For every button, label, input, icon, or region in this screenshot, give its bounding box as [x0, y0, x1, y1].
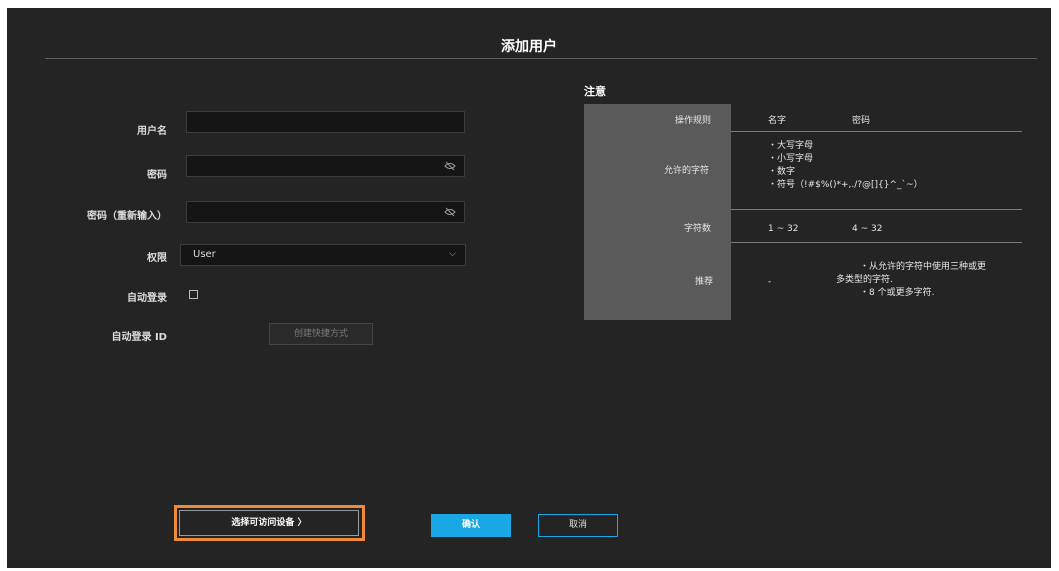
username-input[interactable]	[186, 111, 465, 133]
allowed-item: ・大写字母	[768, 141, 814, 151]
create-shortcut-button[interactable]: 创建快捷方式	[269, 323, 373, 345]
title-divider	[45, 58, 1037, 59]
permission-label: 权限	[147, 253, 167, 264]
recommend-name: -	[768, 277, 772, 287]
add-user-dialog: 添加用户 用户名 密码 密码（重新输入） 权限 User ⌵ 自动登录 自动登录…	[7, 8, 1051, 568]
allowed-item: ・小写字母	[768, 154, 814, 164]
password-confirm-label: 密码（重新输入）	[87, 211, 167, 222]
permission-select[interactable]: User ⌵	[180, 244, 466, 266]
allowed-item: ・数字	[768, 167, 796, 177]
char-count-name: 1 ~ 32	[768, 224, 799, 234]
password-input[interactable]	[186, 155, 465, 177]
dialog-title: 添加用户	[501, 39, 557, 55]
permission-value: User	[193, 249, 216, 260]
username-label: 用户名	[137, 126, 167, 137]
cancel-button[interactable]: 取消	[538, 514, 618, 537]
eye-slash-icon[interactable]	[444, 207, 456, 217]
table-divider	[731, 242, 1022, 243]
notes-header-rule: 操作规则	[675, 116, 712, 126]
chevron-down-icon: ⌵	[449, 249, 456, 259]
recommend-password-line: ・从允许的字符中使用三种或更	[860, 262, 987, 272]
char-count-label: 字符数	[684, 224, 712, 234]
recommend-password-line: 多类型的字符.	[836, 275, 893, 285]
auto-login-label: 自动登录	[127, 293, 167, 304]
notes-header-password: 密码	[852, 116, 871, 126]
recommend-password-line: ・8 个或更多字符.	[860, 288, 935, 298]
password-confirm-input[interactable]	[186, 201, 465, 223]
auto-login-id-label: 自动登录 ID	[111, 332, 167, 343]
recommend-label: 推荐	[695, 277, 714, 287]
allowed-item: ・符号（!#$%()*+,./?@[]{}^_`~）	[768, 180, 923, 190]
notes-header-name: 名字	[768, 116, 787, 126]
table-divider	[731, 209, 1022, 210]
eye-slash-icon[interactable]	[444, 161, 456, 171]
char-count-password: 4 ~ 32	[852, 224, 883, 234]
allowed-chars-label: 允许的字符	[664, 166, 710, 176]
highlight-box	[174, 505, 365, 541]
password-label: 密码	[147, 170, 167, 181]
table-divider	[731, 131, 1022, 132]
notes-title: 注意	[584, 85, 606, 98]
auto-login-checkbox[interactable]	[189, 290, 198, 299]
confirm-button[interactable]: 确认	[431, 514, 511, 537]
